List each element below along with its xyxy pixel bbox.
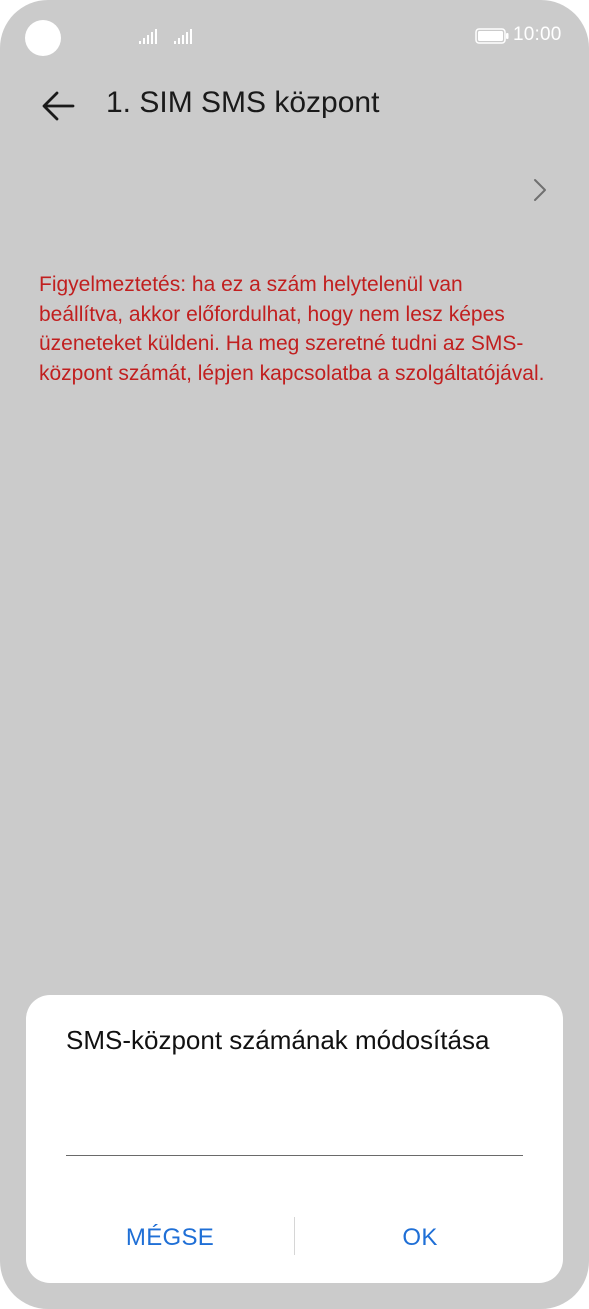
chevron-right-icon xyxy=(534,179,546,201)
status-bar: 10:00 xyxy=(0,0,589,72)
signal-icon xyxy=(139,29,157,44)
camera-hole xyxy=(25,20,61,56)
status-time: 10:00 xyxy=(513,24,562,45)
ok-button[interactable]: OK xyxy=(316,1213,524,1263)
app-header: 1. SIM SMS központ xyxy=(0,72,589,138)
cancel-button[interactable]: MÉGSE xyxy=(66,1213,274,1263)
back-button[interactable] xyxy=(34,82,82,130)
sms-center-number-input[interactable] xyxy=(66,1105,523,1156)
battery-icon xyxy=(475,28,509,44)
edit-sms-center-dialog: SMS-központ számának módosítása MÉGSE OK xyxy=(26,995,563,1283)
arrow-left-icon xyxy=(42,91,75,121)
warning-text: Figyelmeztetés: ha ez a szám helytelenül… xyxy=(39,273,545,385)
dialog-title: SMS-központ számának módosítása xyxy=(66,1025,490,1055)
signal-icon xyxy=(174,29,192,44)
phone-screen: 10:00 1. SIM SMS központ Figyelmeztetés:… xyxy=(0,0,589,1309)
page-title: 1. SIM SMS központ xyxy=(106,86,380,119)
sms-center-row[interactable] xyxy=(520,170,560,210)
button-divider xyxy=(294,1217,295,1255)
